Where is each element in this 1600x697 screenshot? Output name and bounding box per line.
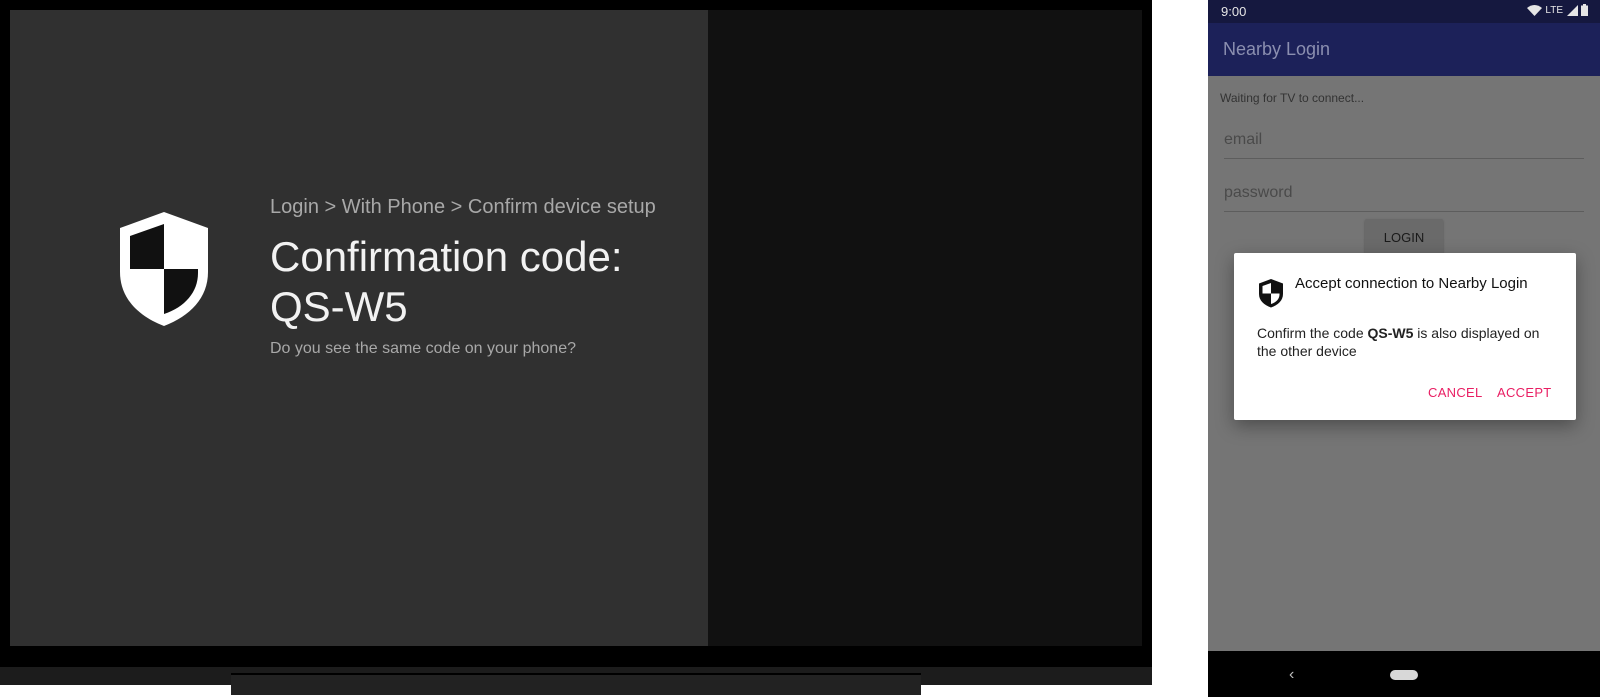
- status-time: 9:00: [1221, 4, 1247, 19]
- dialog-message: Confirm the code QS-W5 is also displayed…: [1257, 324, 1557, 360]
- password-field[interactable]: [1224, 179, 1584, 212]
- wifi-icon: [1527, 4, 1543, 16]
- app-bar: Nearby Login: [1208, 23, 1600, 76]
- email-field[interactable]: [1224, 126, 1584, 159]
- shield-icon: [120, 212, 208, 326]
- tv-stand: [231, 673, 921, 695]
- navigation-bar: ‹: [1208, 651, 1600, 697]
- app-title: Nearby Login: [1223, 39, 1331, 59]
- network-type: LTE: [1545, 4, 1563, 16]
- phone-screen: 9:00 LTE Nearby Login Waiting for TV to …: [1208, 0, 1600, 697]
- home-pill-icon[interactable]: [1390, 670, 1418, 680]
- accept-connection-dialog: Accept connection to Nearby Login Confir…: [1234, 253, 1576, 420]
- signal-icon: [1567, 4, 1578, 16]
- status-bar: 9:00 LTE: [1208, 0, 1600, 23]
- breadcrumb: Login > With Phone > Confirm device setu…: [270, 196, 656, 218]
- cancel-button[interactable]: CANCEL: [1428, 385, 1483, 400]
- dialog-message-prefix: Confirm the code: [1257, 325, 1368, 341]
- shield-icon: [1259, 279, 1283, 308]
- confirmation-question: Do you see the same code on your phone?: [270, 340, 576, 357]
- tv-guidance-pane: Login > With Phone > Confirm device setu…: [10, 10, 708, 646]
- connection-status-text: Waiting for TV to connect...: [1220, 91, 1365, 105]
- login-button[interactable]: LOGIN: [1365, 219, 1443, 255]
- status-icons: LTE: [1527, 4, 1588, 16]
- dialog-title: Accept connection to Nearby Login: [1295, 275, 1528, 292]
- accept-button[interactable]: ACCEPT: [1497, 385, 1552, 400]
- tv-screen: Login > With Phone > Confirm device setu…: [10, 10, 1142, 646]
- back-icon[interactable]: ‹: [1289, 666, 1294, 684]
- confirmation-code-title: Confirmation code: QS-W5: [270, 233, 623, 330]
- confirmation-code: QS-W5: [1367, 325, 1414, 341]
- battery-icon: [1581, 4, 1588, 16]
- tv-frame: Login > With Phone > Confirm device setu…: [0, 0, 1152, 685]
